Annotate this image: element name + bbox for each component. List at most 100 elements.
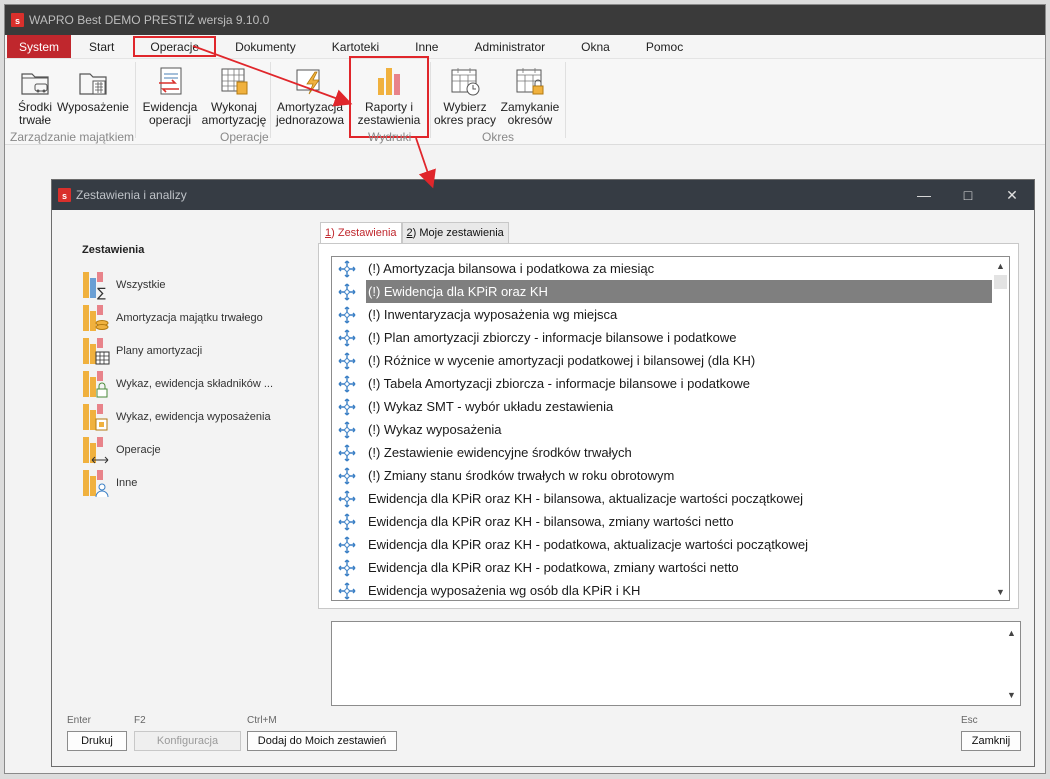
category-label: Wykaz, ewidencja składników ... — [116, 377, 274, 390]
hotkey-hint: Ctrl+M — [247, 715, 277, 726]
ribbon-close-periods-button[interactable]: Zamykanie okresów — [498, 64, 562, 127]
report-row[interactable]: (!) Amortyzacja bilansowa i podatkowa za… — [332, 257, 992, 280]
lock-report-icon — [83, 370, 108, 397]
report-row[interactable]: Ewidencja dla KPiR oraz KH - podatkowa, … — [332, 556, 992, 579]
report-row[interactable]: (!) Ewidencja dla KPiR oraz KH — [332, 280, 992, 303]
report-label: Ewidencja dla KPiR oraz KH - podatkowa, … — [368, 560, 739, 575]
tab-moje-zestawienia[interactable]: 2) Moje zestawienia — [401, 222, 509, 243]
report-label: (!) Ewidencja dla KPiR oraz KH — [366, 280, 992, 303]
ribbon-reports-button[interactable]: Raporty i zestawienia — [349, 56, 429, 138]
category-plans[interactable]: Plany amortyzacji — [82, 334, 297, 367]
configuration-button[interactable]: Konfiguracja — [134, 731, 241, 751]
report-label: (!) Amortyzacja bilansowa i podatkowa za… — [368, 261, 655, 276]
menu-pomoc[interactable]: Pomoc — [628, 35, 701, 58]
close-button[interactable]: Zamknij — [961, 731, 1021, 751]
close-icon[interactable]: ✕ — [990, 180, 1034, 210]
report-row[interactable]: (!) Tabela Amortyzacji zbiorcza - inform… — [332, 372, 992, 395]
report-item-icon — [338, 536, 356, 553]
minimize-icon[interactable]: — — [902, 180, 946, 210]
ribbon-select-period-button[interactable]: Wybierz okres pracy — [432, 64, 498, 127]
menu-inne[interactable]: Inne — [397, 35, 456, 58]
scroll-thumb[interactable] — [994, 275, 1007, 289]
report-label: (!) Różnice w wycenie amortyzacji podatk… — [368, 353, 756, 368]
scroll-down-icon[interactable]: ▼ — [992, 583, 1009, 600]
category-label: Plany amortyzacji — [116, 344, 203, 357]
maximize-icon[interactable]: □ — [946, 180, 990, 210]
ribbon-separator — [135, 62, 136, 138]
dialog-logo-icon: s — [58, 188, 71, 202]
report-row[interactable]: Ewidencja wyposażenia wg osób dla KPiR i… — [332, 579, 992, 600]
menu-okna[interactable]: Okna — [563, 35, 628, 58]
report-row[interactable]: (!) Plan amortyzacji zbiorczy - informac… — [332, 326, 992, 349]
ribbon-equipment-button[interactable]: Wyposażenie — [56, 64, 130, 114]
report-row[interactable]: Ewidencja dla KPiR oraz KH - bilansowa, … — [332, 510, 992, 533]
tab-label: ) Moje zestawienia — [412, 227, 504, 239]
operations-register-icon — [159, 67, 182, 95]
report-label: (!) Plan amortyzacji zbiorczy - informac… — [368, 330, 737, 345]
category-depreciation[interactable]: Amortyzacja majątku trwałego — [82, 301, 297, 334]
app-titlebar: s WAPRO Best DEMO PRESTIŻ wersja 9.10.0 — [5, 5, 1045, 35]
category-other[interactable]: Inne — [82, 466, 297, 499]
report-row[interactable]: (!) Inwentaryzacja wyposażenia wg miejsc… — [332, 303, 992, 326]
category-label: Amortyzacja majątku trwałego — [116, 311, 263, 324]
report-row[interactable]: (!) Wykaz wyposażenia — [332, 418, 992, 441]
equipment-icon — [79, 73, 107, 95]
report-label: (!) Tabela Amortyzacji zbiorcza - inform… — [368, 376, 750, 391]
ribbon-fixed-assets-button[interactable]: Środki trwałe — [14, 64, 56, 127]
category-assets-register[interactable]: Wykaz, ewidencja składników ... — [82, 367, 297, 400]
category-equipment-register[interactable]: Wykaz, ewidencja wyposażenia — [82, 400, 297, 433]
hotkey-hint: Enter — [67, 715, 91, 726]
menu-dokumenty[interactable]: Dokumenty — [217, 35, 314, 58]
report-item-icon — [338, 260, 356, 277]
ribbon-label: zestawienia — [357, 113, 421, 127]
report-item-icon — [338, 467, 356, 484]
report-list[interactable]: ▲ ▼ (!) Amortyzacja bilansowa i podatkow… — [331, 256, 1010, 601]
report-row[interactable]: Ewidencja dla KPiR oraz KH - bilansowa, … — [332, 487, 992, 510]
group-label-prints: Wydruki — [368, 130, 412, 144]
report-item-icon — [338, 306, 356, 323]
report-label: (!) Wykaz SMT - wybór układu zestawienia — [368, 399, 614, 414]
print-button[interactable]: Drukuj — [67, 731, 127, 751]
report-row[interactable]: (!) Zmiany stanu środków trwałych w roku… — [332, 464, 992, 487]
scroll-up-icon[interactable]: ▲ — [1003, 624, 1020, 641]
report-item-icon — [338, 283, 356, 300]
run-depreciation-icon — [221, 68, 248, 95]
dialog-titlebar[interactable]: s Zestawienia i analizy — □ ✕ — [52, 180, 1034, 210]
menu-administrator[interactable]: Administrator — [456, 35, 563, 58]
add-to-my-reports-button[interactable]: Dodaj do Moich zestawień — [247, 731, 397, 751]
ribbon-separator — [565, 62, 566, 138]
ribbon-label: Wyposażenie — [57, 100, 129, 114]
menu-operacje[interactable]: Operacje — [132, 35, 217, 58]
report-row[interactable]: Ewidencja dla KPiR oraz KH - podatkowa, … — [332, 533, 992, 556]
report-tabs: 1) Zestawienia 2) Moje zestawienia — [320, 222, 509, 243]
ribbon-one-time-depreciation-button[interactable]: Amortyzacja jednorazowa — [272, 64, 348, 127]
menu-kartoteki[interactable]: Kartoteki — [314, 35, 397, 58]
report-row[interactable]: (!) Różnice w wycenie amortyzacji podatk… — [332, 349, 992, 372]
arrows-report-icon — [83, 436, 109, 463]
report-label: (!) Zestawienie ewidencyjne środków trwa… — [368, 445, 632, 460]
ribbon-label: okresów — [507, 113, 553, 127]
category-label: Wszystkie — [116, 278, 166, 291]
report-description-box[interactable]: ▲ ▼ — [331, 621, 1021, 706]
tab-label: ) Zestawienia — [331, 227, 397, 239]
tab-zestawienia[interactable]: 1) Zestawienia — [320, 222, 402, 243]
ribbon-run-depreciation-button[interactable]: Wykonaj amortyzację — [200, 64, 268, 127]
list-scrollbar[interactable]: ▲ ▼ — [992, 257, 1009, 600]
dialog-reports-window: s Zestawienia i analizy — □ ✕ Zestawieni… — [51, 179, 1035, 767]
ribbon-operations-register-button[interactable]: Ewidencja operacji — [140, 64, 200, 127]
scroll-down-icon[interactable]: ▼ — [1003, 686, 1020, 703]
report-row[interactable]: (!) Zestawienie ewidencyjne środków trwa… — [332, 441, 992, 464]
coins-report-icon — [83, 304, 109, 331]
menu-start[interactable]: Start — [71, 35, 132, 58]
category-label: Operacje — [116, 443, 161, 456]
report-row[interactable]: (!) Wykaz SMT - wybór układu zestawienia — [332, 395, 992, 418]
sum-report-icon: ∑ — [83, 271, 106, 300]
description-scrollbar[interactable]: ▲ ▼ — [1003, 622, 1020, 705]
dialog-button-bar: Enter Drukuj F2 Konfiguracja Ctrl+M Doda… — [52, 715, 1034, 755]
hotkey-hint: F2 — [134, 715, 146, 726]
report-label: (!) Inwentaryzacja wyposażenia wg miejsc… — [368, 307, 618, 322]
menu-system[interactable]: System — [7, 35, 72, 58]
category-all[interactable]: ∑ Wszystkie — [82, 268, 297, 301]
category-operations[interactable]: Operacje — [82, 433, 297, 466]
scroll-up-icon[interactable]: ▲ — [992, 257, 1009, 274]
